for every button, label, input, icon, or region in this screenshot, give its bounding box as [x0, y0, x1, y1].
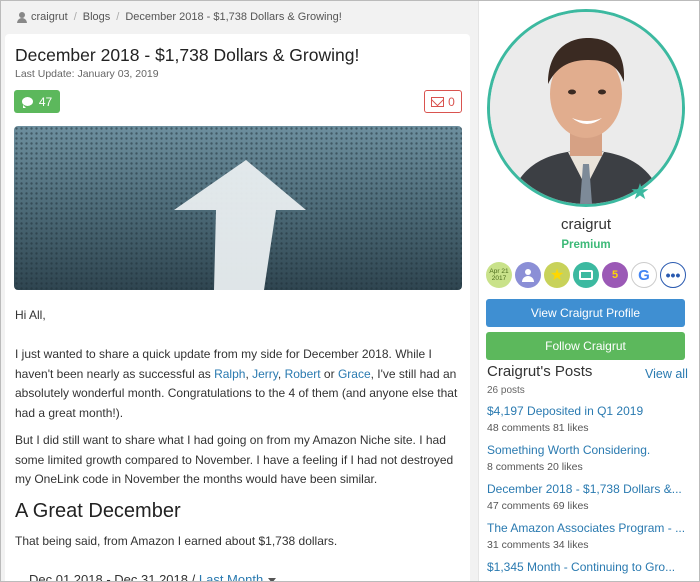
page-title: December 2018 - $1,738 Dollars & Growing…: [15, 45, 360, 65]
posts-count: 26 posts: [487, 385, 525, 396]
list-item: The Amazon Associates Program - ... 31 c…: [487, 521, 692, 560]
link-ralph[interactable]: Ralph: [214, 367, 245, 381]
list-item: December 2018 - $1,738 Dollars &... 47 c…: [487, 482, 692, 521]
premium-star-icon: ★: [630, 179, 650, 204]
message-button[interactable]: 0: [424, 90, 462, 113]
badge-date: Apr 21: [489, 268, 509, 275]
comments-button[interactable]: 47: [14, 90, 60, 113]
paragraph-amazon: But I did still want to share what I had…: [15, 433, 454, 486]
view-all-link[interactable]: View all: [645, 367, 688, 381]
post-list: $4,197 Deposited in Q1 2019 48 comments …: [487, 404, 692, 581]
medal-badge-icon[interactable]: 5: [602, 262, 628, 288]
card-icon: [579, 270, 593, 280]
post-meta: 8 comments 20 likes: [487, 461, 583, 473]
person-badge-icon[interactable]: [515, 262, 541, 288]
mail-count: 0: [448, 94, 455, 109]
list-item: Something Worth Considering. 8 comments …: [487, 443, 692, 482]
join-date-badge-icon[interactable]: Apr 21 2017: [486, 262, 512, 288]
post-link[interactable]: Something Worth Considering.: [487, 443, 692, 457]
link-robert[interactable]: Robert: [285, 367, 321, 381]
post-link[interactable]: $4,197 Deposited in Q1 2019: [487, 404, 692, 418]
section-heading: A Great December: [15, 500, 181, 522]
user-icon: [17, 11, 27, 23]
follow-button[interactable]: Follow Craigrut: [486, 332, 685, 360]
page-frame: craigrut / Blogs / December 2018 - $1,73…: [0, 0, 700, 582]
card-badge-icon[interactable]: [573, 262, 599, 288]
post-meta: 47 comments 69 likes: [487, 500, 589, 512]
posts-heading: Craigrut's Posts: [487, 363, 593, 380]
envelope-icon: [431, 96, 445, 107]
breadcrumb-separator: /: [73, 11, 77, 23]
paragraph-earnings: That being said, from Amazon I earned ab…: [15, 534, 338, 548]
date-range-text: Dec 01 2018 - Dec 31 2018 /: [29, 572, 196, 582]
star-badge-icon[interactable]: ★: [544, 262, 570, 288]
achievement-badges: Apr 21 2017 ★ 5 G •••: [486, 262, 686, 288]
author-sidebar: ★ craigrut Premium Apr 21 2017 ★ 5 G ••• …: [478, 1, 699, 581]
post-link[interactable]: The Amazon Associates Program - ...: [487, 521, 692, 535]
hero-image-arrow: [14, 126, 462, 290]
breadcrumb-blogs[interactable]: Blogs: [83, 11, 111, 23]
link-jerry[interactable]: Jerry: [252, 367, 278, 381]
badge-year: 2017: [491, 275, 507, 282]
post-meta: 31 comments 34 likes: [487, 539, 589, 551]
breadcrumb-user[interactable]: craigrut: [31, 11, 68, 23]
greeting: Hi All,: [15, 308, 46, 322]
last-update: Last Update: January 03, 2019: [15, 68, 159, 80]
post-card: December 2018 - $1,738 Dollars & Growing…: [5, 34, 470, 582]
post-link[interactable]: December 2018 - $1,738 Dollars &...: [487, 482, 692, 496]
post-meta: 48 comments 81 likes: [487, 422, 589, 434]
comment-count: 47: [38, 94, 53, 109]
membership-level: Premium: [561, 239, 611, 251]
caret-down-icon[interactable]: [268, 578, 277, 581]
breadcrumb-separator: /: [116, 11, 120, 23]
list-item: $4,197 Deposited in Q1 2019 48 comments …: [487, 404, 692, 443]
person-icon: [521, 268, 535, 282]
breadcrumb-current: December 2018 - $1,738 Dollars & Growing…: [125, 11, 342, 23]
post-link[interactable]: $1,345 Month - Continuing to Gro...: [487, 560, 692, 574]
link-grace[interactable]: Grace: [338, 367, 371, 381]
google-badge-icon[interactable]: G: [631, 262, 657, 288]
view-profile-button[interactable]: View Craigrut Profile: [486, 299, 685, 327]
more-badges-icon[interactable]: •••: [660, 262, 686, 288]
breadcrumb: craigrut / Blogs / December 2018 - $1,73…: [17, 11, 342, 23]
avatar[interactable]: [487, 9, 685, 207]
range-selector[interactable]: Last Month: [199, 572, 263, 581]
paragraph-intro: I just wanted to share a quick update fr…: [15, 347, 458, 420]
comment-bubble-icon: [21, 97, 33, 108]
date-range: Dec 01 2018 - Dec 31 2018 / Last Month: [29, 572, 277, 582]
list-item: $1,345 Month - Continuing to Gro...: [487, 560, 692, 581]
username[interactable]: craigrut: [479, 216, 693, 233]
or-text: or: [320, 366, 338, 381]
